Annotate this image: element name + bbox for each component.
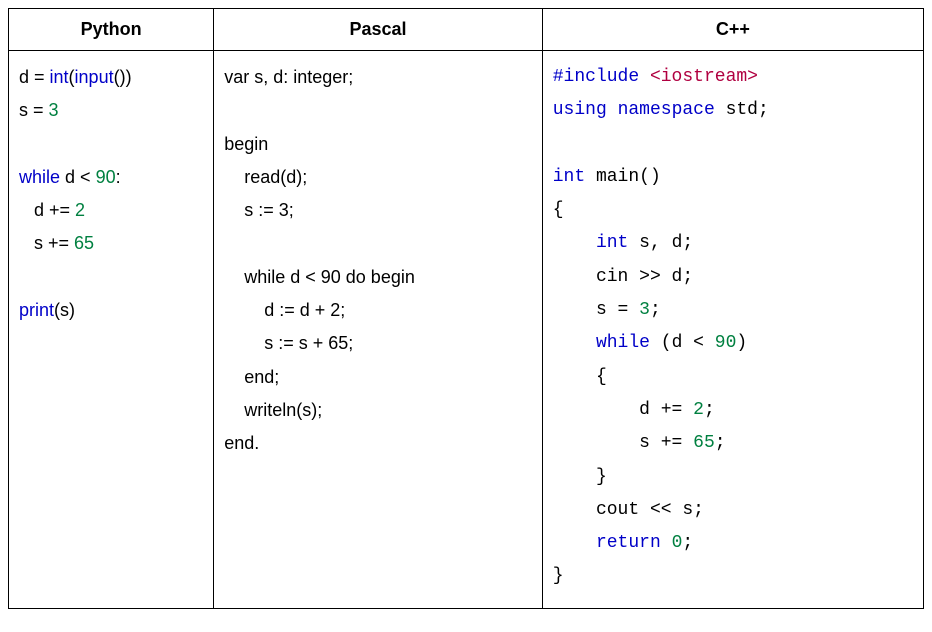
python-code: d = int(input()) s = 3 while d < 90: d +…	[19, 61, 203, 327]
cpp-code: #include <iostream> using namespace std;…	[553, 61, 913, 594]
header-python: Python	[9, 9, 214, 51]
cpp-cell: #include <iostream> using namespace std;…	[542, 51, 923, 609]
python-cell: d = int(input()) s = 3 while d < 90: d +…	[9, 51, 214, 609]
header-cpp: C++	[542, 9, 923, 51]
pascal-code: var s, d: integer; begin read(d); s := 3…	[224, 61, 532, 461]
code-row: d = int(input()) s = 3 while d < 90: d +…	[9, 51, 924, 609]
header-pascal: Pascal	[214, 9, 543, 51]
pascal-cell: var s, d: integer; begin read(d); s := 3…	[214, 51, 543, 609]
code-comparison-table: Python Pascal C++ d = int(input()) s = 3…	[8, 8, 924, 609]
header-row: Python Pascal C++	[9, 9, 924, 51]
